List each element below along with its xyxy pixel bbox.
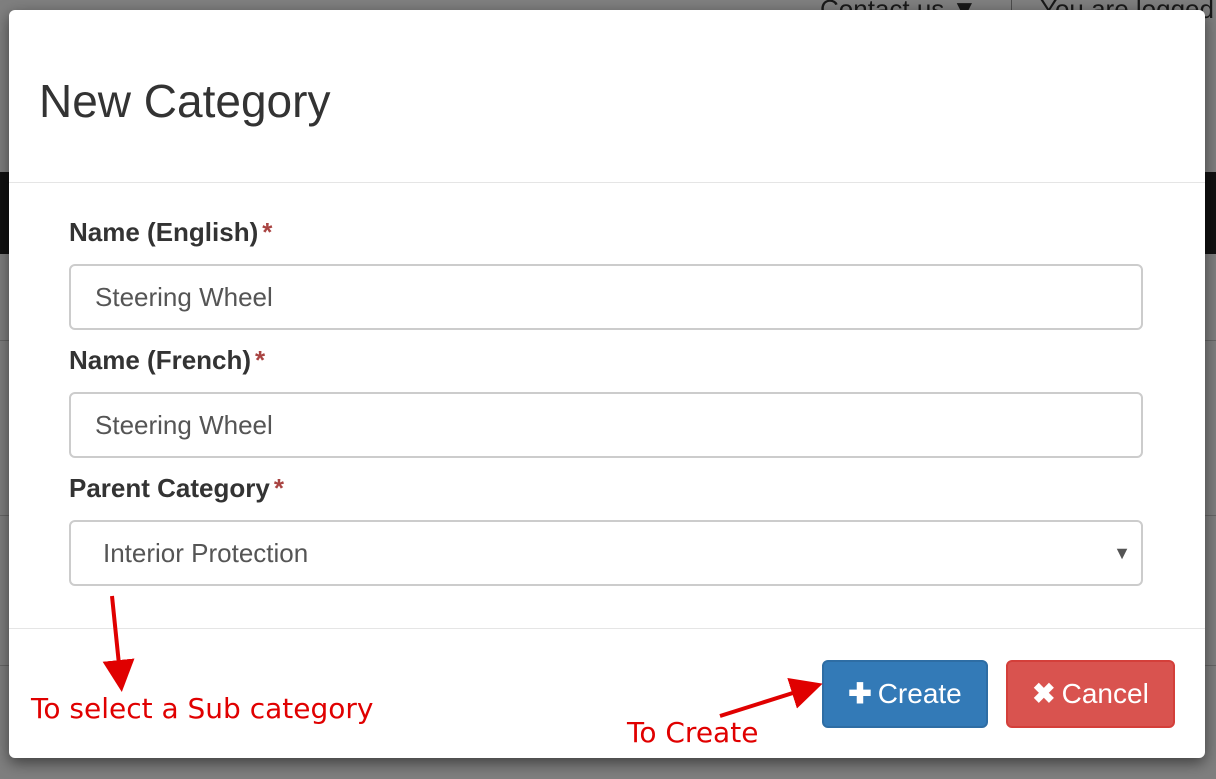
sub-category-annotation: To select a Sub category <box>31 692 374 725</box>
create-arrow <box>719 677 823 718</box>
sub-category-arrow <box>102 595 135 692</box>
annotation-arrows <box>102 595 823 718</box>
create-annotation: To Create <box>627 716 759 749</box>
